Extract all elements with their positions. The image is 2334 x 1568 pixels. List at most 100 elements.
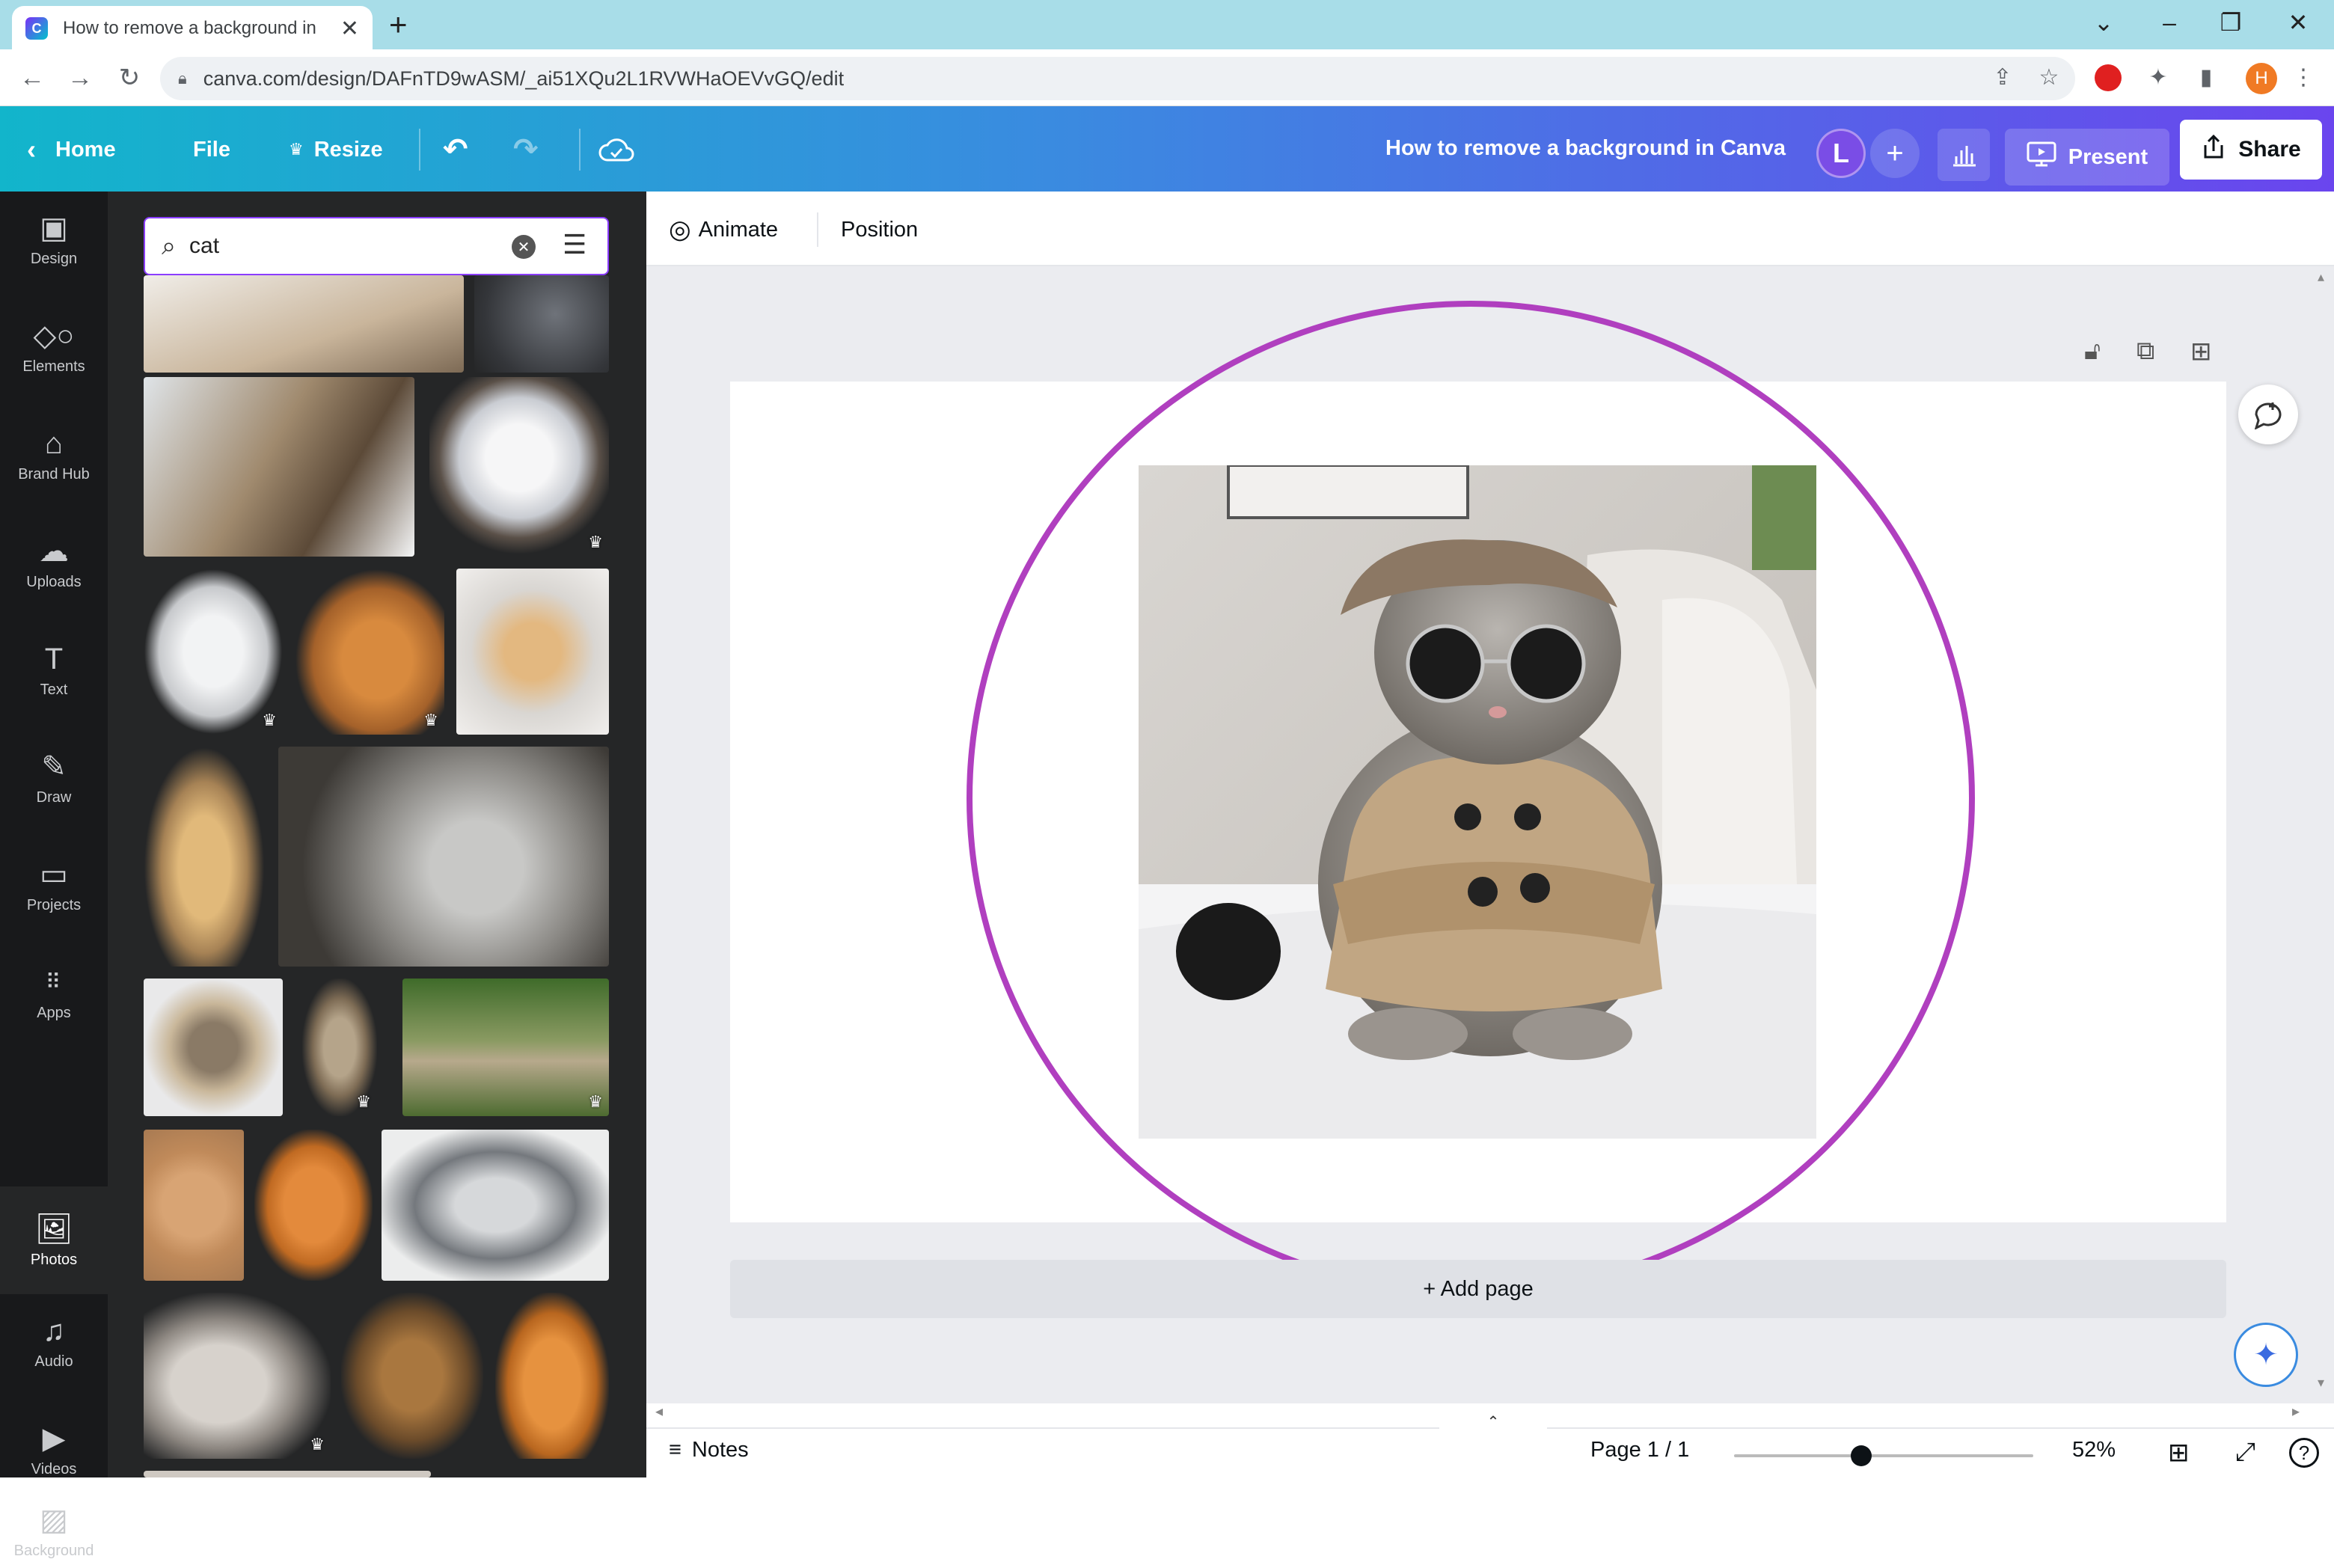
photo-thumbnail[interactable]: ♛ [402,979,609,1116]
close-window-icon[interactable]: ✕ [2283,6,2313,39]
cloud-saved-icon[interactable] [598,129,634,171]
add-page-icon[interactable]: ⊞ [2190,337,2212,367]
rail-item-apps[interactable]: ⠿ Apps [0,946,108,1041]
photo-thumbnail[interactable]: ♛ [429,377,609,557]
side-panel-icon[interactable]: ▮ [2187,60,2225,96]
page-indicator[interactable]: Page 1 / 1 [1590,1438,1689,1463]
scroll-right-icon[interactable]: ▸ [2292,1402,2300,1421]
photo-thumbnail[interactable] [144,275,464,373]
photo-thumbnail[interactable]: ♛ [302,979,377,1116]
back-icon[interactable]: ← [13,60,51,96]
rail-item-draw[interactable]: ✎ Draw [0,730,108,826]
add-comment-icon[interactable] [2238,385,2298,444]
rail-item-text[interactable]: T Text [0,622,108,718]
new-tab-icon[interactable]: + [389,9,408,40]
scroll-left-icon[interactable]: ◂ [655,1402,663,1421]
rail-item-elements[interactable]: ◇○ Elements [0,299,108,395]
magic-sparkle-icon[interactable]: ✦ [2234,1323,2298,1387]
expand-pages-chevron-icon[interactable]: ⌃ [1439,1412,1547,1430]
rail-item-photos[interactable]: 🖼︎ Photos [0,1186,108,1294]
rail-item-background[interactable]: ▨ Background [0,1493,108,1568]
background-icon: ▨ [40,1504,68,1537]
scroll-down-icon[interactable]: ▾ [2318,1375,2324,1391]
circle-shape-element[interactable] [967,301,1975,1296]
photo-thumbnail[interactable] [144,377,414,557]
file-menu-button[interactable]: File [193,129,230,171]
extension-red-icon[interactable] [2095,64,2122,91]
photo-thumbnail[interactable] [495,1293,609,1459]
photos-panel: ⌕ ✕ ☰ ♛ ♛ ♛ ♛ ♛ ♛ [108,192,646,1477]
rail-item-design[interactable]: ▣ Design [0,192,108,287]
animate-button[interactable]: ◎ Animate [669,211,778,248]
duplicate-page-icon[interactable]: ⧉ [2137,337,2154,366]
rail-label: Draw [36,788,72,806]
url-omnibox[interactable]: 🔒︎ canva.com/design/DAFnTD9wASM/_ai51XQu… [160,57,2075,100]
user-avatar[interactable]: L [1816,129,1866,178]
photo-thumbnail[interactable] [341,1293,483,1459]
tab-search-chevron-icon[interactable]: ⌄ [2089,6,2119,39]
photo-thumbnail[interactable] [474,275,609,373]
notes-button[interactable]: ≡ Notes [669,1438,749,1463]
clear-search-icon[interactable]: ✕ [512,235,536,259]
zoom-slider-track[interactable] [1734,1454,2033,1457]
rail-label: Elements [22,358,85,375]
photo-thumbnail[interactable] [278,747,609,967]
share-label: Share [2238,137,2301,162]
present-button[interactable]: Present [2005,129,2169,186]
rail-label: Brand Hub [18,465,90,483]
share-button[interactable]: Share [2180,120,2322,180]
grid-view-icon[interactable]: ⊞ [2168,1438,2190,1468]
photo-thumbnail[interactable] [144,1471,431,1477]
home-button[interactable]: ‹ Home [27,129,116,171]
rail-item-uploads[interactable]: ☁ Uploads [0,515,108,610]
photo-thumbnail[interactable] [254,1130,373,1281]
help-icon[interactable]: ? [2289,1438,2319,1468]
fullscreen-icon[interactable]: ⤢ [2235,1438,2255,1467]
document-title[interactable]: How to remove a background in Canva [1385,136,1786,161]
rail-item-videos[interactable]: ▶ Videos [0,1402,108,1498]
browser-menu-icon[interactable]: ⋮ [2285,60,2322,96]
forward-icon[interactable]: → [61,60,99,96]
rail-item-audio[interactable]: ♫ Audio [0,1294,108,1390]
zoom-percent[interactable]: 52% [2072,1438,2116,1463]
add-page-button[interactable]: + Add page [730,1260,2226,1318]
photo-thumbnail[interactable] [144,747,265,967]
browser-tab[interactable]: C How to remove a background in ✕ [12,6,373,51]
rail-item-brand-hub[interactable]: ⌂ Brand Hub [0,407,108,503]
present-label: Present [2068,144,2148,169]
photo-thumbnail[interactable]: ♛ [144,569,283,735]
premium-crown-icon: ♛ [588,1092,603,1111]
filter-sliders-icon[interactable]: ☰ [563,229,586,260]
rail-item-projects[interactable]: ▭ Projects [0,838,108,934]
restore-icon[interactable]: ❐ [2216,6,2246,39]
position-button[interactable]: Position [841,211,918,248]
photo-thumbnail[interactable] [382,1130,609,1281]
insights-chart-icon[interactable] [1938,129,1990,181]
photo-thumbnail[interactable] [144,979,283,1116]
scroll-up-icon[interactable]: ▴ [2318,269,2324,285]
invite-plus-button[interactable]: + [1870,129,1920,178]
rail-label: Photos [30,1251,78,1268]
photo-search-box[interactable]: ⌕ ✕ ☰ [144,217,609,275]
search-input[interactable] [189,233,489,259]
photo-thumbnail[interactable] [456,569,609,735]
premium-crown-icon: ♛ [356,1092,371,1111]
share-upload-icon [2201,133,2226,166]
extensions-puzzle-icon[interactable]: ✦ [2140,60,2177,96]
reload-icon[interactable]: ↻ [111,60,148,96]
bookmark-star-icon[interactable]: ☆ [2030,60,2068,96]
minimize-icon[interactable]: – [2154,6,2184,39]
browser-profile-avatar[interactable]: H [2246,63,2277,94]
share-page-icon[interactable]: ⇪ [1984,60,2021,96]
tab-close-icon[interactable]: ✕ [340,16,359,42]
left-nav-rail: ▣ Design ◇○ Elements ⌂ Brand Hub ☁ Uploa… [0,192,108,1559]
photo-thumbnail[interactable] [144,1130,244,1281]
photo-thumbnail[interactable]: ♛ [144,1293,331,1459]
undo-icon[interactable]: ↶ [443,129,468,171]
redo-icon[interactable]: ↷ [513,129,539,171]
lock-page-icon[interactable]: 🔓︎ [2084,337,2101,366]
photo-thumbnail[interactable]: ♛ [295,569,444,735]
zoom-slider-knob[interactable] [1851,1445,1872,1466]
resize-button[interactable]: ♛ Resize [289,129,383,171]
home-label: Home [55,137,116,162]
